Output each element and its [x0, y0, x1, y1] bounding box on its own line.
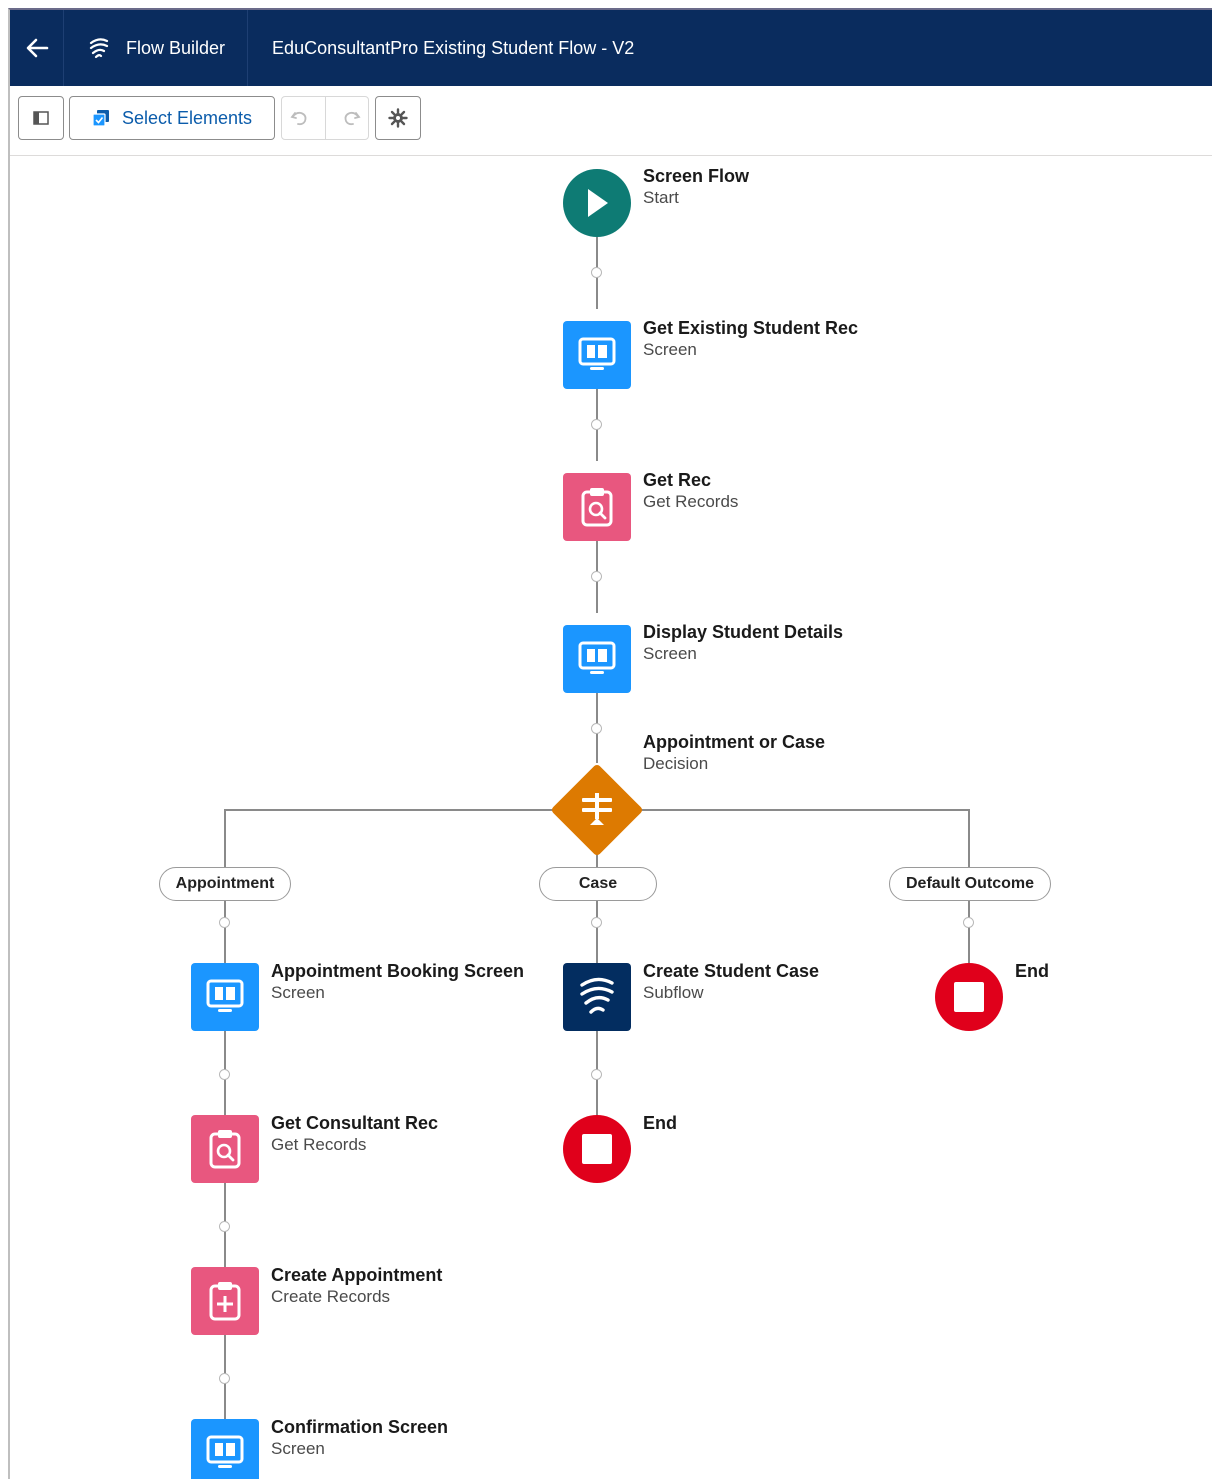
- redo-button[interactable]: [341, 109, 361, 127]
- display-student-details-node[interactable]: [563, 625, 631, 693]
- start-node[interactable]: [563, 169, 631, 237]
- select-icon: [92, 110, 109, 127]
- get-rec-label: Get Rec Get Records: [643, 470, 739, 511]
- divider: [324, 97, 326, 139]
- stop-icon: [954, 982, 984, 1012]
- redo-icon: [344, 111, 361, 126]
- connector-add-node[interactable]: [591, 917, 602, 928]
- create-appointment-node[interactable]: [191, 1267, 259, 1335]
- app-name: Flow Builder: [126, 37, 226, 58]
- appointment-booking-screen-label: Appointment Booking Screen Screen: [271, 961, 525, 1002]
- undo-button[interactable]: [289, 109, 310, 127]
- back-button[interactable]: [10, 10, 64, 86]
- appointment-booking-screen-node[interactable]: [191, 963, 259, 1031]
- arrow-left-icon: [26, 38, 48, 58]
- get-consultant-rec-node[interactable]: [191, 1115, 259, 1183]
- create-student-case-subtitle: Subflow: [643, 983, 704, 1002]
- gear-icon: [388, 108, 408, 128]
- connector-add-node[interactable]: [591, 571, 602, 582]
- panel-icon: [33, 111, 49, 125]
- connector-add-node[interactable]: [963, 917, 974, 928]
- toggle-panel-button[interactable]: [18, 96, 64, 140]
- connector-add-node[interactable]: [219, 1069, 230, 1080]
- create-student-case-title: Create Student Case: [643, 961, 820, 981]
- toolbar: Select Elements: [10, 86, 1212, 156]
- connector-add-node[interactable]: [219, 1373, 230, 1384]
- get-consultant-rec-label: Get Consultant Rec Get Records: [271, 1113, 439, 1154]
- start-label: Screen Flow Start: [643, 166, 750, 207]
- flow-title: EduConsultantPro Existing Student Flow -…: [272, 37, 635, 58]
- connector-add-node[interactable]: [219, 917, 230, 928]
- connector-add-node[interactable]: [591, 419, 602, 430]
- settings-button[interactable]: [375, 96, 421, 140]
- default-end-node[interactable]: [935, 963, 1003, 1031]
- branch-connector: [224, 809, 226, 867]
- default-end-label: End: [1015, 961, 1049, 981]
- screen-icon: [578, 337, 616, 370]
- decision-label: Appointment or Case Decision: [643, 732, 826, 773]
- case-end-label: End: [643, 1113, 677, 1133]
- display-student-details-label: Display Student Details Screen: [643, 622, 844, 663]
- connector: [596, 901, 598, 963]
- select-elements-button[interactable]: Select Elements: [69, 96, 275, 140]
- flow-logo-icon: [89, 38, 109, 59]
- undo-redo-group: [281, 96, 369, 140]
- connector-add-node[interactable]: [591, 1069, 602, 1080]
- play-icon: [588, 189, 608, 217]
- subflow-icon: [580, 977, 614, 1014]
- create-student-case-node[interactable]: [563, 963, 631, 1031]
- get-records-icon: [209, 1130, 241, 1169]
- get-existing-student-rec-node[interactable]: [563, 321, 631, 389]
- connector-add-node[interactable]: [219, 1221, 230, 1232]
- app-brand: Flow Builder: [64, 10, 249, 86]
- create-student-case-label: Create Student Case Subflow: [643, 960, 819, 1004]
- get-records-icon: [581, 488, 613, 527]
- connector-add-node[interactable]: [591, 723, 602, 734]
- header-bar: Flow Builder EduConsultantPro Existing S…: [10, 10, 1212, 86]
- case-end-node[interactable]: [563, 1115, 631, 1183]
- outcome-case[interactable]: Case: [539, 867, 657, 901]
- screen-icon: [206, 1435, 244, 1468]
- screen-icon: [578, 641, 616, 674]
- confirmation-screen-node[interactable]: [191, 1419, 259, 1479]
- outcome-appointment[interactable]: Appointment: [159, 867, 291, 901]
- decision-icon: [582, 793, 612, 825]
- connector: [224, 901, 226, 963]
- get-existing-student-rec-label: Get Existing Student Rec Screen: [643, 318, 859, 359]
- confirmation-screen-label: Confirmation Screen Screen: [271, 1417, 449, 1458]
- connector: [968, 901, 970, 963]
- get-rec-node[interactable]: [563, 473, 631, 541]
- undo-icon: [289, 111, 306, 126]
- select-elements-label: Select Elements: [121, 107, 253, 128]
- screen-icon: [206, 979, 244, 1012]
- branch-connector: [968, 809, 970, 867]
- create-appointment-label: Create Appointment Create Records: [271, 1265, 443, 1306]
- flow-builder-window: Flow Builder EduConsultantPro Existing S…: [8, 8, 1212, 1479]
- create-records-icon: [209, 1282, 241, 1321]
- connector-add-node[interactable]: [591, 267, 602, 278]
- outcome-default[interactable]: Default Outcome: [889, 867, 1051, 901]
- flow-canvas[interactable]: Screen Flow Start Get Existing Student R…: [10, 157, 1212, 1479]
- stop-icon: [582, 1134, 612, 1164]
